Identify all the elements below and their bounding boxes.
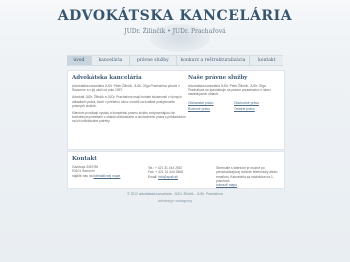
map-prefix: nájdite nás na — [72, 173, 93, 178]
contact-hours-column: Stretnutie s klientom je možné po predch… — [216, 166, 282, 187]
services-heading: Naše právne služby — [188, 75, 248, 81]
hours-map-link[interactable]: zobraziť mapu — [216, 183, 237, 187]
intro-paragraph-1: Advokátska kancelária JUDr. Peter Žilinč… — [72, 84, 180, 93]
content-panel: Advokátska kancelária Advokátska kancelá… — [67, 70, 285, 150]
nav-item-kontakt[interactable]: kontakt — [250, 56, 283, 65]
services-links: Občianske právo Obchodné právo Rodinné p… — [188, 100, 280, 112]
services-column: Naše právne služby Advokátska kancelária… — [188, 75, 280, 112]
email-link[interactable]: info@zpak.sk — [158, 175, 178, 179]
intro-paragraph-3: Klientom ponúkajú vysokú a kompletnú prá… — [72, 111, 186, 124]
email-prefix: Email: — [148, 174, 158, 179]
intro-paragraph-2: Advokáti JUDr. Žilinčík a JUDr. Prachařo… — [72, 95, 182, 108]
map-link[interactable]: interaktívnej mape — [93, 174, 120, 178]
nav-item-pravne-sluzby[interactable]: právne služby — [130, 56, 177, 65]
intro-heading: Advokátska kancelária — [72, 75, 142, 81]
service-link-trestne[interactable]: Trestné právo — [234, 106, 280, 112]
email-line: Email: info@zpak.sk — [148, 175, 204, 179]
service-link-rodinne[interactable]: Rodinné právo — [188, 106, 234, 112]
contact-phone-column: Tel.: + 421 31 444 2567 Fax: + 421 31 44… — [148, 166, 204, 179]
services-intro: Advokátska kancelária JUDr. Peter Žilinč… — [188, 84, 271, 97]
main-navigation: úvod kancelária právne služby konkurz a … — [67, 55, 283, 66]
intro-column: Advokátska kancelária Advokátska kancelá… — [72, 75, 186, 127]
hours-text: Stretnutie s klientom je možné po predch… — [216, 166, 278, 183]
nav-item-kancelaria[interactable]: kancelária — [92, 56, 131, 65]
header: ADVOKÁTSKA KANCELÁRIA JUDr. Žilinčík • J… — [0, 0, 350, 52]
nav-item-konkurz[interactable]: konkurz a reštrukturalizácia — [177, 56, 251, 65]
contact-panel: Kontakt Gazdova 3457/96 93101 Šamorín ná… — [67, 151, 285, 189]
contact-address-column: Kontakt Gazdova 3457/96 93101 Šamorín ná… — [72, 156, 142, 178]
contact-heading: Kontakt — [72, 156, 97, 162]
site-subtitle: JUDr. Žilinčík • JUDr. Prachařová — [124, 28, 226, 35]
site-title: ADVOKÁTSKA KANCELÁRIA — [57, 8, 293, 24]
nav-item-uvod[interactable]: úvod — [67, 56, 92, 65]
footer-credit[interactable]: webdesign: webagency — [0, 199, 350, 203]
footer-copyright: © 2012 advokátska kancelária - JUDr. Žil… — [127, 192, 223, 196]
map-line: nájdite nás na interaktívnej mape — [72, 174, 142, 178]
